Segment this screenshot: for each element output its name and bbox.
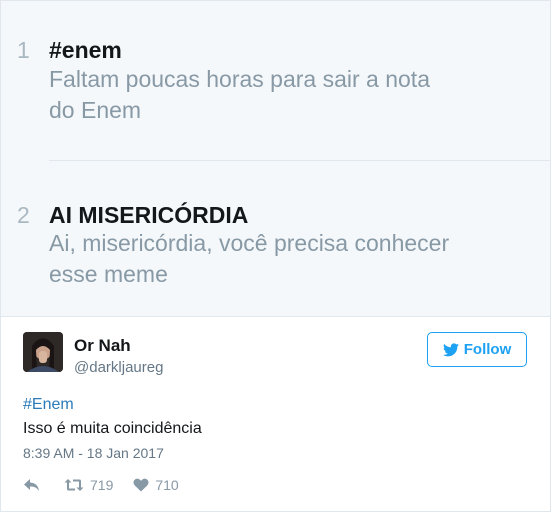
trend-rank: 1	[17, 37, 30, 63]
retweet-button[interactable]: 719	[64, 477, 113, 493]
trend-divider	[49, 160, 550, 161]
avatar[interactable]	[23, 332, 63, 372]
trend-name[interactable]: AI MISERICÓRDIA	[49, 202, 248, 229]
follow-button-label: Follow	[463, 341, 512, 358]
follow-button[interactable]: Follow	[427, 332, 527, 367]
trend-rank: 2	[17, 202, 30, 228]
trends-panel: 1 #enem Faltam poucas horas para sair a …	[0, 0, 551, 317]
trend-description-line: do Enem	[49, 97, 142, 123]
reply-icon	[23, 478, 40, 492]
tweet-text: Isso é muita coincidência	[23, 420, 202, 437]
heart-icon	[133, 478, 149, 492]
trend-description-line: esse meme	[49, 261, 168, 287]
trend-description: Ai, misericórdia, você precisa conhecer …	[49, 228, 519, 290]
tweet-hashtag[interactable]: #Enem	[23, 396, 74, 414]
tweet-timestamp[interactable]: 8:39 AM - 18 Jan 2017	[23, 445, 164, 461]
reply-button[interactable]	[23, 478, 40, 492]
retweet-icon	[64, 478, 84, 492]
trend-description-line: Ai, misericórdia, você precisa conhecer	[49, 230, 450, 256]
tweet-author-handle[interactable]: @darkljaureg	[74, 359, 163, 376]
like-button[interactable]: 710	[133, 477, 179, 493]
tweet-actions: 719 710	[23, 477, 179, 493]
tweet-author-name[interactable]: Or Nah	[74, 336, 131, 356]
trend-description: Faltam poucas horas para sair a nota do …	[49, 64, 519, 126]
embedded-tweet: Or Nah @darkljaureg Follow #Enem Isso é …	[0, 317, 551, 512]
like-count: 710	[155, 477, 179, 493]
trend-description-line: Faltam poucas horas para sair a nota	[49, 66, 430, 92]
trend-name[interactable]: #enem	[49, 37, 122, 64]
twitter-bird-icon	[442, 342, 459, 357]
retweet-count: 719	[90, 477, 114, 493]
